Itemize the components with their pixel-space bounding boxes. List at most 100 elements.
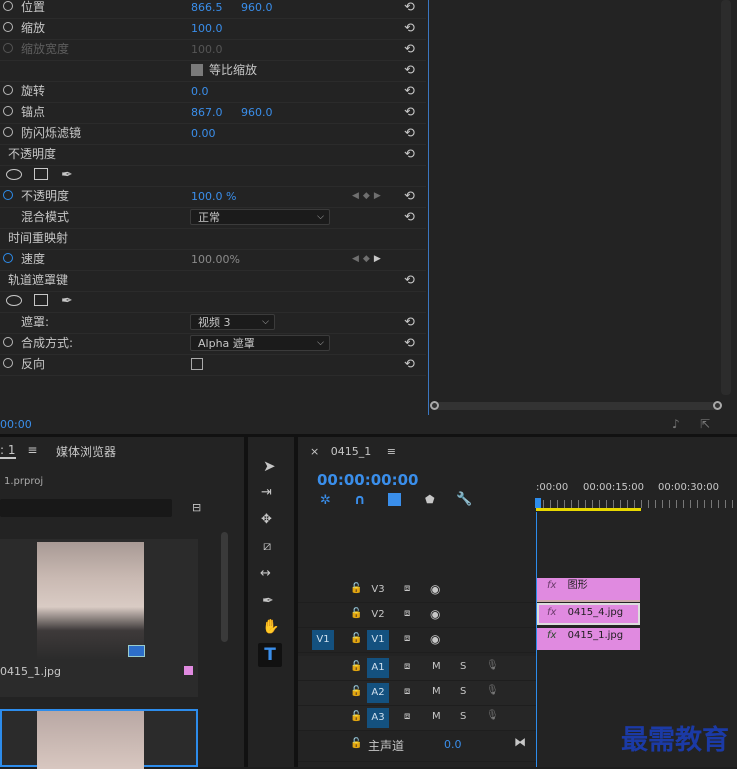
track-target-v3[interactable]: V3 bbox=[367, 580, 389, 600]
reverse-checkbox[interactable] bbox=[191, 358, 203, 370]
microphone-icon[interactable]: 🎙 bbox=[486, 710, 499, 721]
time-remap-section-header[interactable]: 时间重映射 bbox=[0, 228, 426, 250]
pen-tool-icon[interactable]: ✒ bbox=[262, 593, 274, 609]
speed-value[interactable]: 100.00% bbox=[191, 249, 240, 270]
stopwatch-icon[interactable] bbox=[3, 190, 13, 200]
reset-icon[interactable]: ⟲ bbox=[404, 333, 415, 354]
sequence-tab[interactable]: × 0415_1 ≡ bbox=[310, 445, 396, 458]
track-target-a2[interactable]: A2 bbox=[367, 683, 389, 703]
source-patch-v1[interactable]: V1 bbox=[312, 630, 334, 650]
work-area-bar[interactable] bbox=[536, 508, 641, 511]
uniform-scale-checkbox[interactable] bbox=[191, 64, 203, 76]
wrench-icon[interactable]: 🔧 bbox=[456, 492, 472, 507]
scroll-handle-right[interactable] bbox=[713, 401, 722, 410]
menu-icon[interactable]: ≡ bbox=[387, 445, 396, 458]
vertical-scrollbar[interactable] bbox=[721, 0, 731, 395]
stopwatch-icon[interactable] bbox=[3, 85, 13, 95]
microphone-icon[interactable]: 🎙 bbox=[486, 685, 499, 696]
clip-0415-1[interactable]: fx 0415_1.jpg bbox=[537, 628, 640, 650]
close-icon[interactable]: × bbox=[310, 445, 319, 458]
clip-thumbnail[interactable] bbox=[37, 711, 144, 769]
position-x-value[interactable]: 866.5 bbox=[191, 0, 223, 18]
tab-media-browser[interactable]: 媒体浏览器 bbox=[56, 443, 116, 460]
lock-icon[interactable]: 🔓 bbox=[350, 661, 362, 672]
track-target-v1[interactable]: V1 bbox=[367, 630, 389, 650]
master-volume-value[interactable]: 0.0 bbox=[444, 738, 462, 751]
lock-icon[interactable]: 🔓 bbox=[350, 711, 362, 722]
playhead-timecode[interactable]: 00:00:00:00 bbox=[317, 471, 419, 489]
eye-icon[interactable]: ◉ bbox=[430, 607, 440, 621]
reset-icon[interactable]: ⟲ bbox=[404, 39, 415, 60]
hand-tool-icon[interactable]: ✋ bbox=[262, 619, 279, 635]
new-bin-icon[interactable]: ⊟ bbox=[192, 501, 201, 514]
reset-icon[interactable]: ⟲ bbox=[404, 354, 415, 375]
opacity-value[interactable]: 100.0 % bbox=[191, 186, 236, 207]
lock-icon[interactable]: 🔓 bbox=[350, 738, 362, 749]
stopwatch-icon[interactable] bbox=[3, 253, 13, 263]
playhead-handle[interactable] bbox=[535, 498, 541, 508]
stopwatch-icon[interactable] bbox=[3, 106, 13, 116]
reset-icon[interactable]: ⟲ bbox=[404, 312, 415, 333]
reset-icon[interactable]: ⟲ bbox=[404, 102, 415, 123]
clip-graphic[interactable]: fx 图形 bbox=[537, 578, 640, 602]
lock-icon[interactable]: 🔓 bbox=[350, 633, 362, 644]
clip-0415-4[interactable]: fx 0415_4.jpg bbox=[537, 603, 640, 625]
reset-icon[interactable]: ⟲ bbox=[404, 0, 415, 18]
track-target-a1[interactable]: A1 bbox=[367, 658, 389, 678]
lock-icon[interactable]: 🔓 bbox=[350, 583, 362, 594]
stopwatch-icon[interactable] bbox=[3, 1, 13, 11]
label-color-swatch[interactable] bbox=[184, 666, 193, 675]
clip-tile-selected[interactable] bbox=[0, 709, 198, 769]
nest-toggle-icon[interactable]: ✲ bbox=[320, 493, 331, 508]
linked-selection-icon[interactable] bbox=[388, 493, 401, 506]
panel-divider[interactable] bbox=[244, 437, 248, 767]
pen-mask-icon[interactable]: ✒ bbox=[61, 291, 73, 312]
add-marker-icon[interactable]: ⬟ bbox=[425, 493, 435, 506]
tab-project[interactable]: : 1 ≡ bbox=[0, 443, 37, 459]
reset-icon[interactable]: ⟲ bbox=[404, 18, 415, 39]
ripple-edit-tool-icon[interactable]: ✥ bbox=[261, 512, 272, 527]
reset-icon[interactable]: ⟲ bbox=[404, 186, 415, 207]
mute-button[interactable]: M bbox=[432, 711, 441, 722]
matte-select[interactable]: 视频 3 ⌵ bbox=[190, 314, 275, 330]
reset-icon[interactable]: ⟲ bbox=[404, 81, 415, 102]
track-matte-section-header[interactable]: 轨道遮罩键 ⟲ bbox=[0, 270, 426, 292]
reset-icon[interactable]: ⟲ bbox=[404, 270, 415, 291]
reset-icon[interactable]: ⟲ bbox=[404, 207, 415, 228]
fx-mini-timeline[interactable] bbox=[428, 0, 737, 415]
sync-lock-icon[interactable]: ⧈ bbox=[404, 686, 410, 697]
anchor-x-value[interactable]: 867.0 bbox=[191, 102, 223, 123]
panel-divider[interactable] bbox=[294, 437, 298, 767]
track-target-v2[interactable]: V2 bbox=[367, 605, 389, 625]
razor-tool-icon[interactable]: ⧄ bbox=[263, 539, 271, 554]
menu-icon[interactable]: ≡ bbox=[27, 443, 37, 457]
microphone-icon[interactable]: 🎙 bbox=[486, 660, 499, 671]
reset-icon[interactable]: ⟲ bbox=[404, 60, 415, 81]
search-input[interactable] bbox=[0, 499, 172, 517]
mute-button[interactable]: M bbox=[432, 661, 441, 672]
clip-thumbnail[interactable] bbox=[37, 542, 144, 660]
audio-icon[interactable]: ♪ bbox=[672, 417, 680, 431]
scroll-handle-left[interactable] bbox=[430, 401, 439, 410]
ellipse-mask-icon[interactable] bbox=[6, 169, 22, 180]
stopwatch-icon[interactable] bbox=[3, 22, 13, 32]
stopwatch-icon[interactable] bbox=[3, 358, 13, 368]
solo-button[interactable]: S bbox=[460, 686, 466, 697]
pen-mask-icon[interactable]: ✒ bbox=[61, 165, 73, 186]
track-select-tool-icon[interactable]: ⇥ bbox=[261, 485, 272, 500]
stopwatch-icon[interactable] bbox=[3, 337, 13, 347]
sync-lock-icon[interactable]: ⧈ bbox=[404, 633, 410, 644]
sync-lock-icon[interactable]: ⧈ bbox=[404, 583, 410, 594]
slip-tool-icon[interactable]: ↔ bbox=[260, 566, 271, 581]
clip-tile[interactable]: 0415_1.jpg bbox=[0, 539, 198, 697]
composite-select[interactable]: Alpha 遮罩 ⌵ bbox=[190, 335, 330, 351]
sync-lock-icon[interactable]: ⧈ bbox=[404, 661, 410, 672]
lock-icon[interactable]: 🔓 bbox=[350, 686, 362, 697]
fx-timecode[interactable]: 00:00 bbox=[0, 418, 32, 431]
project-scrollbar[interactable] bbox=[221, 532, 228, 642]
master-toggle-icon[interactable]: ⧓ bbox=[514, 735, 526, 749]
type-tool-icon[interactable]: T bbox=[258, 643, 282, 667]
solo-button[interactable]: S bbox=[460, 711, 466, 722]
opacity-section-header[interactable]: 不透明度 ⟲ bbox=[0, 144, 426, 166]
selection-tool-icon[interactable]: ➤ bbox=[263, 457, 276, 475]
